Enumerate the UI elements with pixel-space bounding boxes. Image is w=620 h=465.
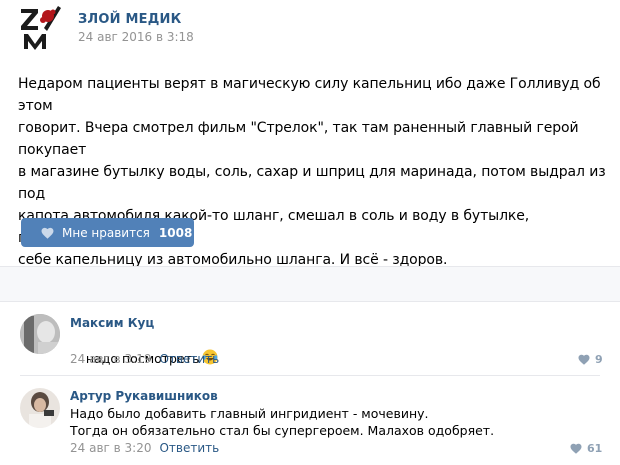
comment-meta: 24 авг в 3:20 Ответить [70, 441, 219, 455]
avatar[interactable] [20, 388, 60, 428]
post-text: Недаром пациенты верят в магическую силу… [18, 76, 606, 290]
post-date[interactable]: 24 авг 2016 в 3:18 [78, 30, 194, 44]
comment-like-count: 61 [587, 442, 603, 455]
heart-icon [41, 227, 54, 239]
comment-author[interactable]: Артур Рукавишников [70, 389, 218, 403]
post-header: ЗЛОЙ МЕДИК 24 авг 2016 в 3:18 [0, 0, 620, 60]
section-divider-band [0, 266, 620, 302]
like-button[interactable]: Мне нравится 1008 [21, 218, 194, 247]
reply-button[interactable]: Ответить [159, 352, 219, 366]
comment-like-button[interactable]: 61 [570, 442, 602, 455]
avatar[interactable] [20, 314, 60, 354]
heart-icon [578, 354, 590, 365]
comment-date[interactable]: 24 авг в 3:20 [70, 441, 151, 455]
comment-meta: 24 авг в 3:19 Ответить [70, 352, 219, 366]
heart-icon [570, 443, 582, 454]
comment-like-count: 9 [595, 353, 603, 366]
group-name[interactable]: ЗЛОЙ МЕДИК [78, 12, 181, 27]
group-logo[interactable] [18, 4, 62, 50]
reply-button[interactable]: Ответить [159, 441, 219, 455]
comment-text: Надо было добавить главный ингридиент - … [70, 406, 495, 438]
comment-date[interactable]: 24 авг в 3:19 [70, 352, 151, 366]
like-count: 1008 [158, 225, 193, 240]
like-label: Мне нравится [62, 225, 150, 240]
comment-divider [20, 375, 600, 376]
comment-like-button[interactable]: 9 [578, 353, 603, 366]
comment-author[interactable]: Максим Куц [70, 316, 154, 330]
